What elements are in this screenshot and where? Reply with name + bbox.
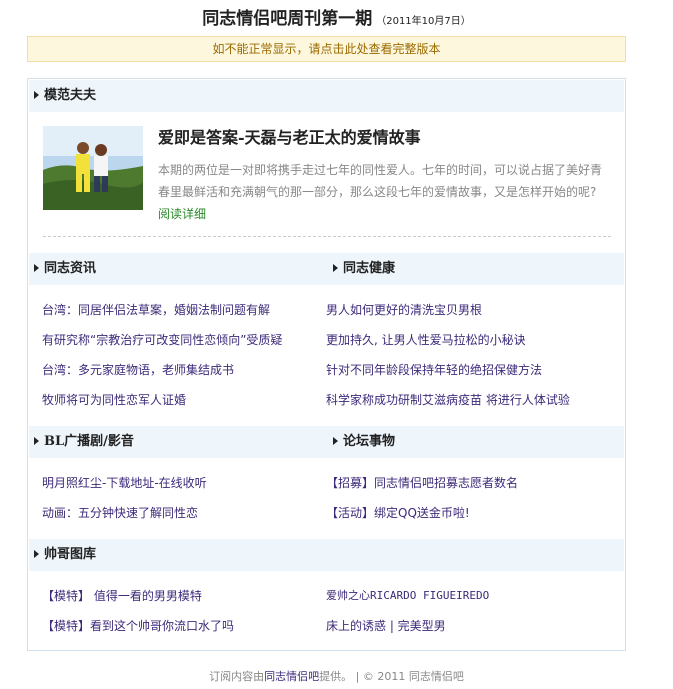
triangle-right-icon bbox=[34, 264, 39, 272]
footer-copyright: 提供。 | © 2011 同志情侣吧 bbox=[319, 670, 464, 683]
page-title: 同志情侣吧周刊第一期 bbox=[202, 9, 373, 29]
bl-link-1[interactable]: 明月照红尘-下载地址-在线收听 bbox=[42, 475, 207, 491]
news-link-2[interactable]: 有研究称“宗教治疗可改变同性恋倾向”受质疑 bbox=[42, 332, 282, 348]
read-more-link[interactable]: 阅读详细 bbox=[158, 207, 206, 221]
triangle-right-icon bbox=[34, 91, 39, 99]
footer-prefix: 订阅内容由 bbox=[209, 670, 265, 683]
triangle-right-icon bbox=[34, 437, 39, 445]
health-link-3[interactable]: 针对不同年龄段保持年轻的绝招保健方法 bbox=[326, 362, 542, 378]
featured-article-desc: 本期的两位是一对即将携手走过七年的同性爱人。七年的时间，可以说占据了美好青春里最… bbox=[158, 163, 603, 221]
forum-section-title: 论坛事物 bbox=[333, 426, 395, 458]
footer-brand-link[interactable]: 同志情侣吧 bbox=[264, 670, 319, 683]
gallery-link-2[interactable]: 爱帅之心RICARDO FIGUEIREDO bbox=[326, 588, 489, 604]
health-link-2[interactable]: 更加持久, 让男人性爱马拉松的小秘诀 bbox=[326, 332, 526, 348]
gallery-link-4[interactable]: 床上的诱惑 | 完美型男 bbox=[326, 618, 446, 634]
featured-photo[interactable] bbox=[43, 126, 143, 210]
featured-section-header: 模范夫夫 bbox=[29, 80, 624, 112]
health-section-title: 同志健康 bbox=[333, 253, 395, 285]
bl-section-title: BL广播剧/影音 bbox=[34, 426, 134, 458]
news-health-header: 同志资讯 同志健康 bbox=[29, 253, 624, 285]
news-link-3[interactable]: 台湾：多元家庭物语，老师集结成书 bbox=[42, 362, 234, 378]
bl-link-2[interactable]: 动画：五分钟快速了解同性恋 bbox=[42, 505, 198, 521]
featured-article-title[interactable]: 爱即是答案-天磊与老正太的爱情故事 bbox=[158, 124, 421, 148]
divider bbox=[43, 236, 611, 237]
forum-link-2[interactable]: 【活动】绑定QQ送金币啦! bbox=[326, 505, 470, 521]
bl-forum-header: BL广播剧/影音 论坛事物 bbox=[29, 426, 624, 458]
triangle-right-icon bbox=[333, 437, 338, 445]
gallery-link-3[interactable]: 【模特】看到这个帅哥你流口水了吗 bbox=[42, 618, 234, 634]
triangle-right-icon bbox=[34, 550, 39, 558]
featured-section-title: 模范夫夫 bbox=[34, 80, 96, 112]
full-version-link[interactable]: 如不能正常显示，请点击此处查看完整版本 bbox=[212, 42, 440, 56]
news-link-4[interactable]: 牧师将可为同性恋军人证婚 bbox=[42, 392, 186, 408]
photo-couple-icon bbox=[43, 126, 143, 210]
triangle-right-icon bbox=[333, 264, 338, 272]
gallery-link-1[interactable]: 【模特】 值得一看的男男模特 bbox=[42, 588, 202, 604]
news-link-1[interactable]: 台湾：同居伴侣法草案，婚姻法制问题有解 bbox=[42, 302, 270, 318]
page-header: 同志情侣吧周刊第一期 （2011年10月7日） bbox=[0, 4, 673, 29]
gallery-section-title: 帅哥图库 bbox=[34, 539, 96, 571]
news-section-title: 同志资讯 bbox=[34, 253, 96, 285]
notice-banner: 如不能正常显示，请点击此处查看完整版本 bbox=[27, 36, 626, 62]
footer: 订阅内容由同志情侣吧提供。 | © 2011 同志情侣吧 bbox=[0, 668, 673, 684]
health-link-1[interactable]: 男人如何更好的清洗宝贝男根 bbox=[326, 302, 482, 318]
gallery-header: 帅哥图库 bbox=[29, 539, 624, 571]
issue-date: （2011年10月7日） bbox=[376, 16, 471, 27]
forum-link-1[interactable]: 【招募】同志情侣吧招募志愿者数名 bbox=[326, 475, 518, 491]
health-link-4[interactable]: 科学家称成功研制艾滋病疫苗 将进行人体试验 bbox=[326, 392, 570, 408]
newsletter-body: 模范夫夫 爱即是答案-天磊与老正太的爱情故事 本期的两位是一对即将携手走过七年的… bbox=[27, 78, 626, 651]
